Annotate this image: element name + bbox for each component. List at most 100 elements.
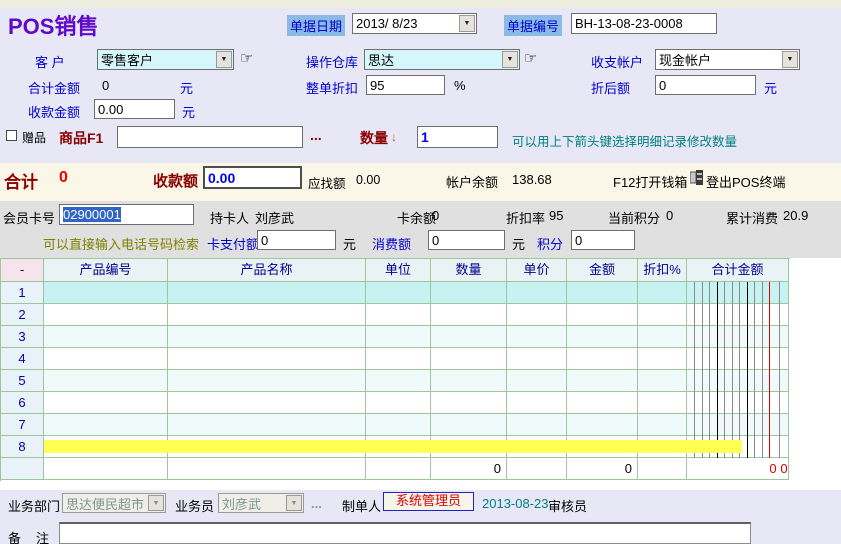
- row-header[interactable]: 6: [1, 392, 44, 414]
- row-header[interactable]: 2: [1, 304, 44, 326]
- table-cell[interactable]: [44, 348, 168, 370]
- table-cell[interactable]: [638, 282, 687, 304]
- table-cell[interactable]: [507, 370, 567, 392]
- row-header[interactable]: 1: [1, 282, 44, 304]
- table-cell[interactable]: [567, 304, 638, 326]
- table-cell[interactable]: [638, 326, 687, 348]
- table-cell[interactable]: [567, 326, 638, 348]
- holder-label: 持卡人: [210, 208, 249, 227]
- table-cell[interactable]: [567, 282, 638, 304]
- table-cell[interactable]: [168, 370, 366, 392]
- logout-pos-button[interactable]: 登出POS终端: [706, 172, 785, 191]
- table-cell[interactable]: [44, 326, 168, 348]
- product-input[interactable]: [117, 126, 303, 148]
- member-card-input[interactable]: 02900001: [59, 204, 194, 225]
- table-cell[interactable]: [687, 282, 789, 304]
- consume-input[interactable]: 0: [428, 230, 505, 250]
- table-cell[interactable]: [44, 414, 168, 436]
- payment-input[interactable]: 0.00: [203, 166, 302, 189]
- chevron-down-icon[interactable]: ▼: [216, 51, 232, 68]
- table-cell[interactable]: [168, 414, 366, 436]
- table-cell[interactable]: [366, 304, 431, 326]
- row-header[interactable]: 4: [1, 348, 44, 370]
- table-cell[interactable]: [431, 414, 507, 436]
- table-cell[interactable]: [431, 304, 507, 326]
- phone-search-hint: 可以直接输入电话号码检索: [43, 234, 199, 253]
- table-cell[interactable]: [366, 414, 431, 436]
- table-cell[interactable]: [687, 304, 789, 326]
- table-cell[interactable]: [638, 370, 687, 392]
- table-cell[interactable]: [168, 348, 366, 370]
- table-cell[interactable]: [431, 348, 507, 370]
- table-cell[interactable]: [507, 326, 567, 348]
- table-cell[interactable]: [168, 304, 366, 326]
- table-cell[interactable]: [507, 414, 567, 436]
- table-cell[interactable]: [431, 370, 507, 392]
- score-input[interactable]: 0: [571, 230, 635, 250]
- product-browse-button[interactable]: ...: [310, 127, 322, 143]
- table-cell[interactable]: [366, 326, 431, 348]
- discount-input[interactable]: 95: [366, 75, 445, 95]
- warehouse-select[interactable]: 思达 ▼: [364, 49, 520, 70]
- row-header[interactable]: 3: [1, 326, 44, 348]
- open-drawer-button[interactable]: F12打开钱箱: [613, 172, 687, 191]
- qty-input[interactable]: 1: [417, 126, 498, 148]
- summary-digit: 0: [779, 461, 789, 476]
- page-title: POS销售: [8, 9, 98, 41]
- qty-value: 1: [421, 129, 429, 145]
- down-arrow-icon: ↓: [391, 130, 397, 144]
- table-cell[interactable]: [687, 370, 789, 392]
- table-cell[interactable]: [366, 370, 431, 392]
- table-cell[interactable]: [366, 348, 431, 370]
- table-cell[interactable]: [168, 326, 366, 348]
- doc-date-select[interactable]: 2013/ 8/23 ▼: [352, 13, 477, 34]
- table-cell[interactable]: [507, 282, 567, 304]
- table-cell[interactable]: [687, 414, 789, 436]
- table-cell[interactable]: [507, 348, 567, 370]
- table-cell[interactable]: [44, 370, 168, 392]
- received-input[interactable]: 0.00: [94, 99, 175, 119]
- gift-checkbox[interactable]: [6, 130, 17, 141]
- table-cell[interactable]: [638, 392, 687, 414]
- note-input[interactable]: [59, 522, 751, 544]
- table-cell[interactable]: [638, 414, 687, 436]
- chevron-down-icon[interactable]: ▼: [459, 15, 475, 32]
- table-cell[interactable]: [168, 282, 366, 304]
- table-cell[interactable]: [567, 414, 638, 436]
- table-cell[interactable]: [168, 392, 366, 414]
- summary-digit: 0: [768, 461, 778, 476]
- pointing-hand-icon[interactable]: ☞: [524, 49, 537, 67]
- table-cell[interactable]: [44, 282, 168, 304]
- table-cell[interactable]: [638, 348, 687, 370]
- table-cell[interactable]: [567, 370, 638, 392]
- table-cell[interactable]: [366, 282, 431, 304]
- table-cell[interactable]: [507, 392, 567, 414]
- table-cell[interactable]: [687, 348, 789, 370]
- row-header[interactable]: 5: [1, 370, 44, 392]
- table-cell[interactable]: [431, 282, 507, 304]
- table-cell[interactable]: [431, 392, 507, 414]
- chevron-down-icon[interactable]: ▼: [502, 51, 518, 68]
- customer-select[interactable]: 零售客户 ▼: [97, 49, 234, 70]
- table-cell[interactable]: [567, 392, 638, 414]
- score-label: 积分: [537, 234, 563, 253]
- card-pay-value: 0: [261, 233, 268, 248]
- chevron-down-icon[interactable]: ▼: [782, 51, 798, 68]
- table-cell[interactable]: [567, 348, 638, 370]
- table-cell[interactable]: [431, 326, 507, 348]
- row-header[interactable]: 8: [1, 436, 44, 458]
- discounted-input[interactable]: 0: [655, 75, 756, 95]
- discount-label: 整单折扣: [306, 78, 358, 97]
- table-cell[interactable]: [44, 304, 168, 326]
- table-cell[interactable]: [687, 326, 789, 348]
- table-cell[interactable]: [507, 304, 567, 326]
- table-cell[interactable]: [687, 392, 789, 414]
- table-cell[interactable]: [638, 304, 687, 326]
- pointing-hand-icon[interactable]: ☞: [240, 49, 253, 67]
- doc-no-input[interactable]: BH-13-08-23-0008: [571, 13, 717, 34]
- table-cell[interactable]: [44, 392, 168, 414]
- table-cell[interactable]: [366, 392, 431, 414]
- account-select[interactable]: 现金帐户 ▼: [655, 49, 800, 70]
- card-pay-input[interactable]: 0: [257, 230, 336, 250]
- row-header[interactable]: 7: [1, 414, 44, 436]
